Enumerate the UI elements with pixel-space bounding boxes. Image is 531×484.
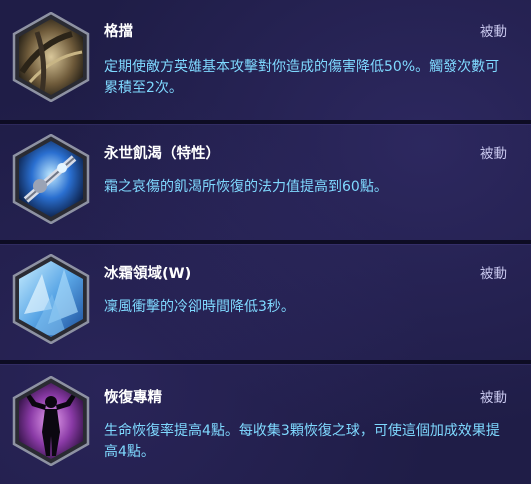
talent-type-label: 被動 xyxy=(480,266,507,282)
talent-description: 凜風衝擊的冷卻時間降低3秒。 xyxy=(104,299,295,315)
talent-name: 格擋 xyxy=(104,24,133,40)
talent-row-frost-domain[interactable]: 冰霜領域(W) 被動 凜風衝擊的冷卻時間降低3秒。 xyxy=(0,244,531,360)
talent-row-block[interactable]: 格擋 被動 定期使敵方英雄基本攻擊對你造成的傷害降低50%。觸發次數可累積至2次… xyxy=(0,0,531,120)
block-shield-icon xyxy=(12,12,90,102)
talent-name: 恢復專精 xyxy=(104,390,162,406)
talent-list: 格擋 被動 定期使敵方英雄基本攻擊對你造成的傷害降低50%。觸發次數可累積至2次… xyxy=(0,0,531,484)
frostmourne-sword-icon xyxy=(12,134,90,224)
talent-description: 定期使敵方英雄基本攻擊對你造成的傷害降低50%。觸發次數可累積至2次。 xyxy=(104,59,500,96)
ice-crystal-icon xyxy=(12,254,90,344)
talent-description: 霜之哀傷的飢渴所恢復的法力值提高到60點。 xyxy=(104,179,388,195)
talent-type-label: 被動 xyxy=(480,24,507,40)
talent-name: 冰霜領域(W) xyxy=(104,266,192,282)
regeneration-silhouette-icon xyxy=(12,376,90,466)
talent-name: 永世飢渴（特性） xyxy=(104,146,220,162)
talent-row-regeneration-master[interactable]: 恢復專精 被動 生命恢復率提高4點。每收集3顆恢復之球，可使這個加成效果提高4點… xyxy=(0,364,531,484)
talent-description: 生命恢復率提高4點。每收集3顆恢復之球，可使這個加成效果提高4點。 xyxy=(104,423,500,460)
talent-type-label: 被動 xyxy=(480,390,507,406)
talent-type-label: 被動 xyxy=(480,146,507,162)
talent-row-eternal-hunger[interactable]: 永世飢渴（特性） 被動 霜之哀傷的飢渴所恢復的法力值提高到60點。 xyxy=(0,124,531,240)
